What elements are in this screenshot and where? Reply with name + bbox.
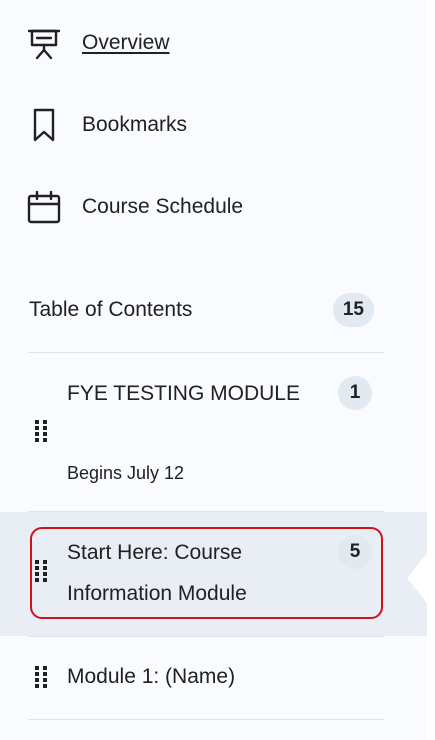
module-title: FYE TESTING MODULE — [67, 382, 300, 405]
toc-header[interactable]: Table of Contents 15 — [29, 290, 374, 330]
nav-item-course-schedule[interactable]: Course Schedule — [0, 172, 427, 242]
calendar-icon — [26, 189, 62, 225]
navigation-panel: Overview Bookmarks Course Schedule Table… — [0, 0, 427, 740]
divider — [28, 719, 384, 720]
nav-item-label[interactable]: Overview — [82, 31, 170, 55]
module-title: Start Here: Course Information Module — [67, 541, 247, 605]
drag-handle-icon[interactable] — [34, 665, 48, 689]
toc-title: Table of Contents — [29, 298, 193, 321]
presentation-icon — [26, 25, 62, 61]
nav-item-overview[interactable]: Overview — [0, 8, 427, 78]
module-item-module-1[interactable]: Module 1: (Name) — [0, 637, 427, 719]
module-start-date: Begins July 12 — [67, 463, 185, 483]
toc-count-badge: 15 — [332, 293, 374, 327]
nav-item-label: Bookmarks — [82, 113, 188, 136]
nav-item-bookmarks[interactable]: Bookmarks — [0, 90, 427, 160]
module-item-fye-testing[interactable]: FYE TESTING MODULE Begins July 12 1 — [0, 353, 427, 511]
module-count-badge: 1 — [338, 376, 372, 410]
drag-handle-icon[interactable] — [34, 419, 48, 443]
module-title: Module 1: (Name) — [67, 665, 236, 688]
selected-pointer-notch — [407, 553, 427, 603]
bookmark-icon — [26, 107, 62, 143]
module-item-start-here[interactable]: Start Here: Course Information Module 5 — [0, 512, 427, 636]
drag-handle-icon[interactable] — [34, 559, 48, 583]
module-count-badge: 5 — [338, 535, 372, 569]
nav-item-label: Course Schedule — [82, 195, 244, 218]
